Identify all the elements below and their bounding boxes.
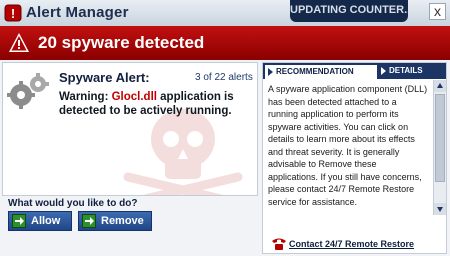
title-bar: ! Alert Manager UPDATING COUNTER... x (0, 0, 450, 27)
scroll-down-button[interactable] (434, 203, 446, 215)
alert-banner: 20 spyware detected (0, 26, 450, 60)
alert-manager-window: ! Alert Manager UPDATING COUNTER... x 20… (0, 0, 450, 256)
action-prompt: What would you like to do? (8, 198, 138, 209)
warning-prefix: Warning: (59, 91, 112, 103)
contact-remote-restore-link[interactable]: Contact 24/7 Remote Restore (289, 239, 414, 249)
scroll-thumb[interactable] (435, 94, 445, 182)
warning-message: Warning: Glocl.dll application is detect… (59, 90, 251, 118)
recommendation-text: A spyware application component (DLL) ha… (268, 84, 428, 207)
chevron-up-icon (437, 83, 443, 88)
close-button[interactable]: x (429, 3, 446, 20)
alert-manager-logo-icon: ! (4, 4, 22, 22)
spyware-alert-title: Spyware Alert: (59, 70, 150, 85)
tab-recommendation-label: RECOMMENDATION (276, 67, 354, 76)
spyware-count-heading: 20 spyware detected (38, 33, 205, 52)
remove-button[interactable]: Remove (78, 211, 152, 231)
alert-count: 3 of 22 alerts (195, 72, 253, 83)
triangle-right-icon (268, 68, 273, 76)
remove-button-label: Remove (101, 215, 144, 227)
tab-recommendation[interactable]: RECOMMENDATION (265, 65, 377, 79)
arrow-right-icon (12, 214, 26, 228)
triangle-right-icon (381, 67, 386, 75)
dll-name: Glocl.dll (111, 91, 157, 103)
svg-text:!: ! (11, 6, 15, 21)
gears-icon (7, 73, 49, 109)
scroll-up-button[interactable] (434, 80, 446, 92)
updating-counter: UPDATING COUNTER... (290, 0, 408, 22)
arrow-right-icon (82, 214, 96, 228)
info-tabs: RECOMMENDATION DETAILS (263, 63, 446, 79)
alert-panel: Spyware Alert: 3 of 22 alerts Warning: G… (2, 62, 258, 196)
main-area: Spyware Alert: 3 of 22 alerts Warning: G… (0, 60, 450, 256)
window-title: Alert Manager (26, 4, 129, 21)
tab-details[interactable]: DETAILS (377, 63, 446, 79)
chevron-down-icon (437, 207, 443, 212)
phone-icon (272, 238, 286, 250)
warning-icon (9, 33, 29, 52)
recommendation-scrollbar[interactable] (433, 80, 446, 215)
allow-button[interactable]: Allow (8, 211, 72, 231)
tab-details-label: DETAILS (389, 66, 423, 75)
info-panel: RECOMMENDATION DETAILS A spyware applica… (262, 62, 447, 254)
close-icon: x (434, 3, 441, 19)
allow-button-label: Allow (31, 215, 61, 227)
